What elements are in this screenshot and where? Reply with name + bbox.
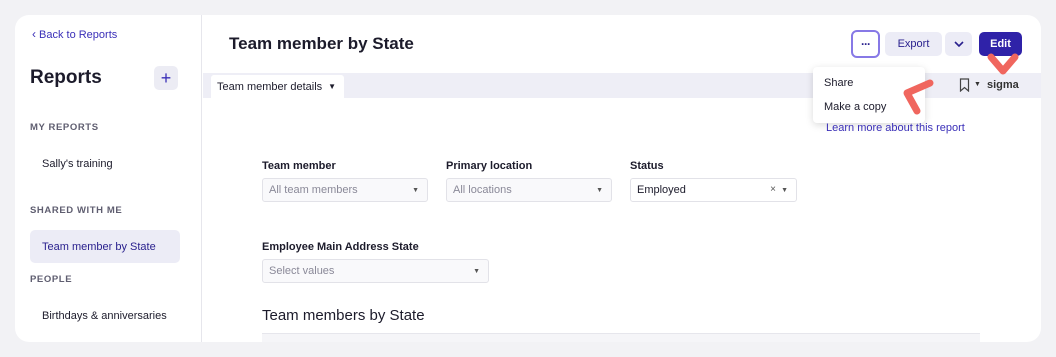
select-placeholder: All team members <box>269 184 358 196</box>
sidebar-item-team-member-by-state[interactable]: Team member by State <box>30 230 180 263</box>
section-label-people: PEOPLE <box>30 274 73 285</box>
caret-down-icon: ▼ <box>412 187 419 194</box>
add-report-button[interactable]: + <box>154 66 178 90</box>
more-options-button[interactable]: ··· <box>851 30 880 58</box>
caret-down-icon: ▼ <box>781 187 788 194</box>
sidebar-item-label: Birthdays & anniversaries <box>42 309 167 322</box>
tab-label: Team member details <box>217 80 323 93</box>
section-label-shared-with-me: SHARED WITH ME <box>30 205 123 216</box>
section-label-my-reports: MY REPORTS <box>30 122 99 133</box>
chevron-left-icon: ‹ <box>32 27 36 41</box>
select-placeholder: All locations <box>453 184 512 196</box>
menu-item-share[interactable]: Share <box>824 77 853 89</box>
sidebar-title: Reports <box>30 67 102 88</box>
sidebar-item-label: Sally's training <box>42 157 113 170</box>
sidebar: ‹ Back to Reports Reports + MY REPORTS Sa… <box>15 15 202 342</box>
back-link-label: Back to Reports <box>39 29 118 41</box>
sidebar-item-label: Team member by State <box>42 240 156 253</box>
more-options-menu: Share Make a copy <box>813 67 925 123</box>
team-member-select[interactable]: All team members ▼ <box>262 178 428 202</box>
sidebar-item-birthdays[interactable]: Birthdays & anniversaries <box>30 299 180 332</box>
back-to-reports-link[interactable]: ‹ Back to Reports <box>32 27 117 41</box>
more-icon: ··· <box>861 37 871 51</box>
chevron-down-icon <box>953 41 964 47</box>
clear-icon[interactable]: × <box>770 184 776 195</box>
export-dropdown-button[interactable] <box>945 32 972 56</box>
app-window: ‹ Back to Reports Reports + MY REPORTS Sa… <box>15 15 1041 342</box>
bookmark-icon[interactable] <box>959 78 970 92</box>
plus-icon: + <box>160 68 172 88</box>
menu-item-make-a-copy[interactable]: Make a copy <box>824 101 886 113</box>
tab-team-member-details[interactable]: Team member details ▼ <box>211 75 345 98</box>
primary-location-select[interactable]: All locations ▼ <box>446 178 612 202</box>
filter-label-primary-location: Primary location <box>446 160 533 172</box>
caret-down-icon: ▼ <box>473 268 480 275</box>
table-header <box>262 333 980 342</box>
sidebar-item-sallys-training[interactable]: Sally's training <box>30 147 180 180</box>
select-placeholder: Select values <box>269 265 335 277</box>
caret-down-icon[interactable]: ▼ <box>974 81 981 88</box>
caret-down-icon: ▼ <box>596 187 603 194</box>
filter-label-status: Status <box>630 160 664 172</box>
filter-label-employee-state: Employee Main Address State <box>262 241 419 253</box>
status-select[interactable]: Employed × ▼ <box>630 178 797 202</box>
edit-button[interactable]: Edit <box>979 32 1022 56</box>
filter-label-team-member: Team member <box>262 160 336 172</box>
export-button[interactable]: Export <box>885 32 942 56</box>
employee-state-select[interactable]: Select values ▼ <box>262 259 489 283</box>
learn-more-link[interactable]: Learn more about this report <box>826 122 965 134</box>
caret-down-icon: ▼ <box>328 82 337 91</box>
sigma-logo-text: sigma <box>987 79 1019 91</box>
select-value: Employed <box>637 184 686 196</box>
page-title: Team member by State <box>229 34 414 53</box>
sigma-logo-icon: sigma <box>987 79 1019 91</box>
section-title: Team members by State <box>262 307 425 324</box>
